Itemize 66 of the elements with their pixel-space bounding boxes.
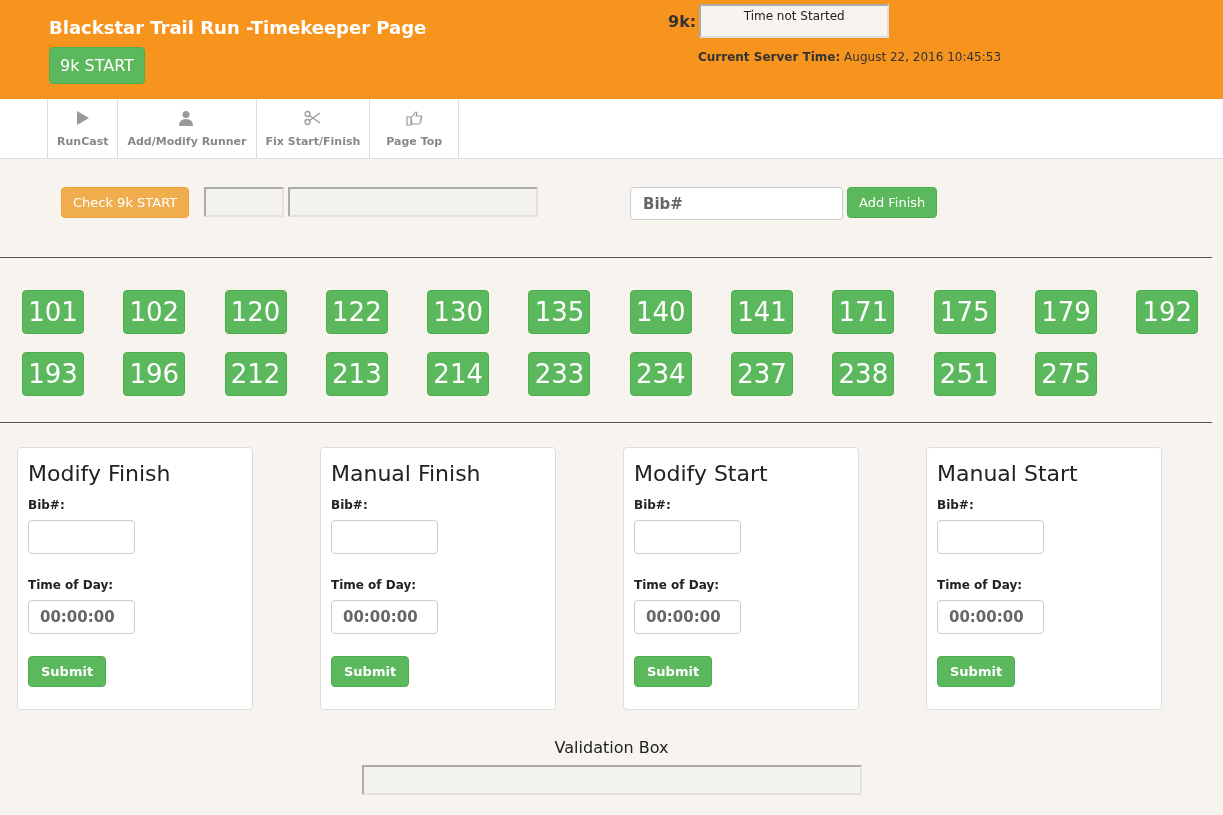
bib-button[interactable]: 102: [123, 290, 186, 334]
card-title: Modify Start: [634, 461, 768, 486]
bib-button[interactable]: 193: [22, 351, 84, 396]
field-label: Bib#:: [634, 498, 671, 512]
bib-button[interactable]: 140: [629, 290, 692, 334]
card-title: Manual Start: [937, 461, 1078, 486]
bib-input[interactable]: [937, 520, 1044, 554]
nav-link[interactable]: Fix Start/Finish: [255, 99, 370, 158]
field-label: Bib#:: [331, 498, 368, 512]
bib-input[interactable]: [634, 520, 741, 554]
bib-button[interactable]: 237: [731, 351, 794, 396]
bib-button[interactable]: 141: [731, 290, 794, 334]
bib-button[interactable]: 275: [1034, 351, 1097, 396]
bib-button[interactable]: 212: [224, 351, 287, 396]
submit-button[interactable]: Submit: [331, 656, 410, 687]
field-label: Bib#:: [937, 498, 974, 512]
bib-button[interactable]: 171: [832, 290, 895, 334]
check-start-button[interactable]: Check 9k START: [61, 187, 190, 218]
server-time: Current Server Time: August 22, 2016 10:45:53: [698, 50, 1002, 64]
bib-button[interactable]: 238: [832, 351, 895, 396]
bib-button[interactable]: 251: [933, 351, 996, 396]
bib-input[interactable]: [28, 520, 135, 554]
timer-display: Time not Started: [699, 4, 890, 38]
bib-button[interactable]: 179: [1034, 290, 1097, 334]
validation-title: Validation Box: [554, 738, 669, 757]
submit-button[interactable]: Submit: [937, 656, 1016, 687]
nav-link[interactable]: Page Top: [369, 99, 460, 158]
validation-field[interactable]: [361, 765, 862, 795]
field-label: Bib#:: [28, 498, 65, 512]
submit-button[interactable]: Submit: [634, 656, 713, 687]
pointing-hand-icon: [405, 109, 423, 127]
field-label: Time of Day:: [28, 578, 114, 592]
page-title: Blackstar Trail Run -Timekeeper Page: [49, 17, 428, 38]
add-finish-button[interactable]: Add Finish: [847, 187, 938, 218]
scissors-icon: [304, 109, 322, 127]
bib-button[interactable]: 234: [629, 351, 692, 396]
card-title: Manual Finish: [331, 461, 481, 486]
bib-button[interactable]: 135: [528, 290, 591, 334]
time-input[interactable]: 00:00:00: [331, 600, 438, 634]
bib-button[interactable]: 122: [325, 290, 388, 334]
bib-button[interactable]: 196: [123, 351, 186, 396]
timer-label: 9k:: [668, 11, 697, 31]
submit-button[interactable]: Submit: [28, 656, 107, 687]
bib-button[interactable]: 101: [22, 290, 84, 334]
bib-button[interactable]: 130: [427, 290, 490, 334]
field-label: Time of Day:: [331, 578, 417, 592]
nav-link[interactable]: Add/Modify Runner: [117, 99, 256, 158]
readout-field[interactable]: [288, 187, 539, 217]
bib-button[interactable]: 233: [528, 351, 591, 396]
time-input[interactable]: 00:00:00: [28, 600, 135, 634]
start-button[interactable]: 9k START: [49, 47, 145, 84]
time-input[interactable]: 00:00:00: [634, 600, 741, 634]
field-label: Time of Day:: [937, 578, 1023, 592]
time-input[interactable]: 00:00:00: [937, 600, 1044, 634]
bib-button[interactable]: 214: [427, 351, 490, 396]
bib-button[interactable]: 120: [224, 290, 287, 334]
bib-input[interactable]: Bib#: [630, 187, 843, 220]
bib-button[interactable]: 213: [325, 351, 388, 396]
person-icon: [178, 109, 196, 127]
card-title: Modify Finish: [28, 461, 171, 486]
nav-link[interactable]: RunCast: [47, 99, 118, 158]
field-label: Time of Day:: [634, 578, 720, 592]
bib-button[interactable]: 192: [1136, 290, 1199, 334]
readout-field[interactable]: [204, 187, 285, 217]
bib-button[interactable]: 175: [933, 290, 996, 334]
bib-input[interactable]: [331, 520, 438, 554]
